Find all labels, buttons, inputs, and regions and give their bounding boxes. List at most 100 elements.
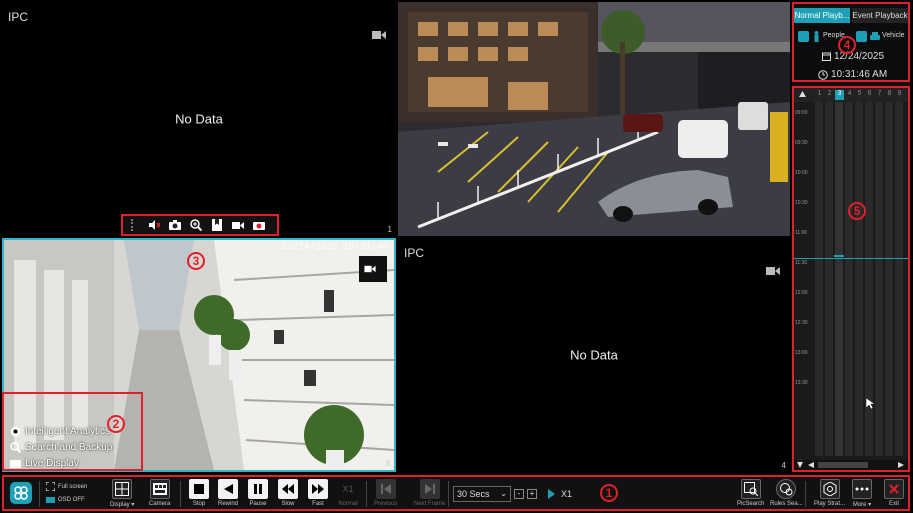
timeline-track[interactable] [845, 102, 854, 456]
timeline-time-label: 12:00 [795, 290, 808, 296]
more-button[interactable]: More ▾ [852, 479, 872, 508]
display-button[interactable]: Display ▾ [110, 479, 134, 508]
channel-7[interactable]: 7 [875, 90, 884, 97]
menu-item-intelligent-analytics[interactable]: Intelligent Analytics [10, 426, 110, 437]
timeline-cursor-line[interactable] [794, 258, 908, 259]
exit-button[interactable]: Exit [884, 479, 904, 507]
camera-button[interactable]: Camera [149, 479, 170, 507]
timeline-channel-header: 1 2 3 4 5 6 7 8 9 [794, 88, 908, 102]
scroll-down-icon[interactable] [797, 462, 803, 468]
timeline-time-label: 13:30 [795, 380, 808, 386]
channel-5[interactable]: 5 [855, 90, 864, 97]
start-menu-button[interactable] [10, 482, 32, 509]
timeline-track[interactable] [835, 102, 844, 456]
channel-9[interactable]: 9 [895, 90, 904, 97]
fast-button[interactable]: Fast [308, 479, 328, 507]
previous-frame-button[interactable]: Previous [374, 479, 397, 507]
channel-2[interactable]: 2 [825, 90, 834, 97]
separator [39, 481, 40, 507]
stop-button[interactable]: Stop [189, 479, 209, 507]
normal-speed-button[interactable]: X1 Normal [338, 479, 358, 507]
people-checkbox[interactable] [798, 31, 809, 42]
pause-icon [248, 479, 268, 499]
separator [448, 481, 449, 507]
zoom-icon[interactable] [190, 219, 202, 231]
previous-label: Previous [374, 501, 398, 507]
pic-search-icon [740, 479, 761, 499]
osd-timestamp: 12/24/2025 10:31:46 [281, 242, 388, 252]
menu-item-label: Search and Backup [25, 442, 113, 453]
menu-item-live-display[interactable]: Live Display [10, 458, 79, 469]
channel-6[interactable]: 6 [865, 90, 874, 97]
record-icon[interactable] [232, 219, 244, 231]
display-icon [10, 460, 21, 468]
drag-handle[interactable] [131, 219, 135, 231]
channel-1[interactable]: 1 [815, 90, 824, 97]
rules-search-button[interactable]: Rules Sea... [770, 479, 803, 507]
start-menu-icon [10, 482, 32, 504]
snapshot-icon[interactable] [169, 219, 181, 231]
slow-button[interactable]: Slow [278, 479, 298, 507]
camera-floating-toolbar [121, 214, 279, 236]
display-layout-icon [112, 479, 133, 499]
timeline-track[interactable] [885, 102, 894, 456]
no-data-text: No Data [175, 111, 223, 127]
full-screen-button[interactable]: Full screen [46, 482, 87, 491]
pic-search-button[interactable]: PicSearch [737, 479, 764, 507]
analytics-icon [10, 426, 21, 437]
play-icon[interactable] [548, 489, 555, 499]
channel-4[interactable]: 4 [845, 90, 854, 97]
menu-item-label: Live Display [25, 458, 79, 469]
timeline-track[interactable] [815, 102, 824, 456]
person-icon [814, 31, 819, 42]
interval-plus-button[interactable]: + [527, 489, 537, 499]
menu-item-search-backup[interactable]: Search and Backup [10, 442, 112, 453]
marker-2: 2 [107, 415, 125, 433]
video-cell-2[interactable] [398, 2, 790, 236]
stop-icon [189, 479, 209, 499]
channel-8[interactable]: 8 [885, 90, 894, 97]
playback-time[interactable]: 10:31:46 AM [831, 69, 887, 80]
channel-3[interactable]: 3 [835, 90, 844, 100]
fast-icon [308, 479, 328, 499]
pause-button[interactable]: Pause [248, 479, 268, 507]
playback-timeline[interactable]: 1 2 3 4 5 6 7 8 9 09:00 09:30 10:00 10:3… [792, 86, 910, 472]
cell-camera-label: IPC [8, 10, 29, 24]
timeline-track[interactable] [895, 102, 904, 456]
chevron-down-icon: ⌄ [500, 489, 507, 498]
rewind-button[interactable]: Rewind [218, 479, 238, 507]
vehicle-label: Vehicle [882, 32, 905, 39]
next-frame-button[interactable]: Next Frame [414, 479, 445, 507]
collapse-up-icon[interactable] [799, 91, 806, 98]
bookmark-icon[interactable] [211, 219, 223, 231]
fast-label: Fast [312, 501, 324, 507]
tab-event-playback[interactable]: Event Playback [852, 8, 908, 23]
interval-select[interactable]: 30 Secs ⌄ [453, 486, 511, 502]
mute-icon[interactable] [148, 219, 160, 231]
scroll-right-icon[interactable] [898, 462, 904, 468]
timeline-time-label: 09:00 [795, 110, 808, 116]
osd-toggle-button[interactable]: OSD OFF [46, 497, 85, 503]
tab-normal-playback[interactable]: Normal Playb... [794, 8, 850, 23]
timeline-time-label: 11:30 [795, 260, 808, 266]
vehicle-checkbox[interactable] [856, 31, 867, 42]
play-strategy-button[interactable]: Play Strat... [814, 479, 845, 507]
camera-label: Camera [149, 501, 171, 507]
street-camera-image [398, 2, 790, 236]
timeline-track[interactable] [825, 102, 834, 456]
video-cell-4[interactable]: IPC No Data 4 [398, 238, 790, 472]
interval-minus-button[interactable]: - [514, 489, 524, 499]
timeline-track[interactable] [875, 102, 884, 456]
scroll-thumb[interactable] [818, 462, 868, 468]
timeline-track[interactable] [855, 102, 864, 456]
side-menu: Intelligent Analytics Search and Backup … [2, 392, 143, 471]
smart-icon[interactable] [253, 219, 265, 231]
camera-select-icon [149, 479, 170, 499]
more-label: More ▾ [852, 502, 872, 508]
stop-label: Stop [192, 501, 206, 507]
timeline-scrollbar[interactable] [794, 460, 908, 470]
scroll-left-icon[interactable] [808, 462, 814, 468]
camera-record-icon [364, 265, 376, 273]
timeline-time-label: 10:00 [795, 170, 808, 176]
video-cell-1[interactable]: IPC No Data 1 [2, 2, 396, 236]
